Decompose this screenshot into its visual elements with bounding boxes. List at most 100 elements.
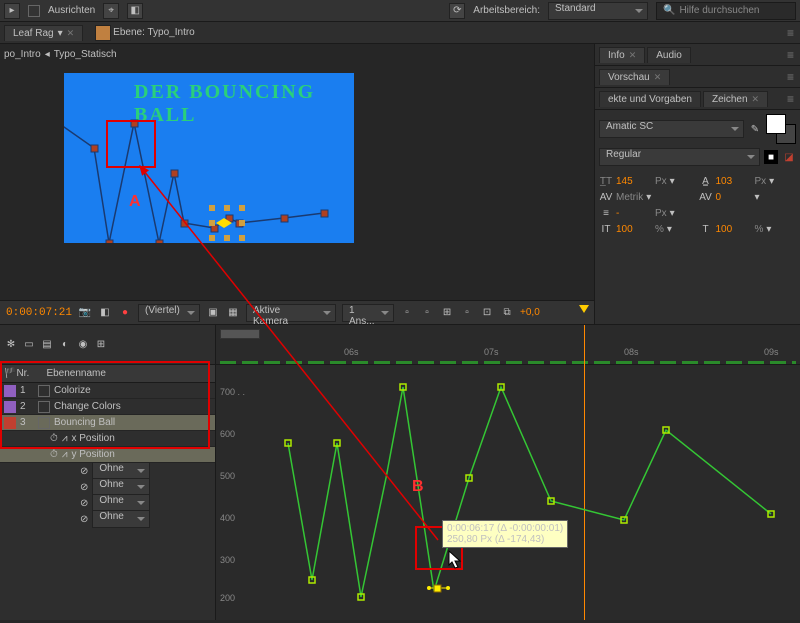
motion-path: [64, 73, 354, 243]
parent-select[interactable]: Ohne: [92, 510, 150, 528]
chevron-down-icon[interactable]: ▾: [670, 176, 675, 187]
close-icon[interactable]: ✕: [752, 94, 760, 105]
link-icon[interactable]: ⊘: [80, 466, 88, 477]
roi-icon[interactable]: ▣: [206, 306, 220, 320]
help-search[interactable]: 🔍 Hilfe durchsuchen: [656, 2, 796, 20]
link-icon[interactable]: ⊘: [80, 514, 88, 525]
font-size-icon: T̲T: [599, 174, 613, 188]
tracking-value[interactable]: 0: [716, 192, 752, 203]
panel-menu-icon[interactable]: ≡: [787, 70, 794, 84]
timeline-icon[interactable]: ⧉: [500, 306, 514, 320]
chevron-down-icon[interactable]: ▾: [667, 224, 672, 235]
chevron-down-icon[interactable]: ▾: [766, 224, 771, 235]
grid-icon[interactable]: ▦: [226, 306, 240, 320]
flowchart-tab[interactable]: Leaf Rag ▾ ✕: [4, 25, 83, 41]
prop-xposition[interactable]: ⏱ ⩘ x Position: [0, 431, 215, 447]
font-family-select[interactable]: Amatic SC: [599, 120, 744, 138]
eyedropper-icon[interactable]: ✎: [748, 122, 762, 136]
stroke-value[interactable]: -: [616, 208, 652, 219]
graph-editor[interactable]: 06s 07s 08s 09s 700 . . 600 500 400 300 …: [216, 325, 800, 620]
tab-character[interactable]: Zeichen ✕: [703, 91, 768, 107]
chevron-down-icon[interactable]: ▾: [670, 208, 675, 219]
leading-value[interactable]: 103: [716, 176, 752, 187]
view-opt1-icon[interactable]: ▫: [400, 306, 414, 320]
preview-tabbar: Vorschau ✕ ≡: [595, 66, 800, 88]
font-style-select[interactable]: Regular: [599, 148, 760, 166]
view-opt3-icon[interactable]: ⊞: [440, 306, 454, 320]
layer-toggle[interactable]: [38, 417, 50, 429]
panel-menu-icon[interactable]: ≡: [787, 48, 794, 62]
view-opt5-icon[interactable]: ⊡: [480, 306, 494, 320]
graph-icon[interactable]: ⊞: [94, 338, 108, 352]
close-icon[interactable]: ✕: [654, 72, 662, 83]
panel-menu-icon[interactable]: ≡: [787, 26, 794, 40]
current-timecode[interactable]: 0:00:07:21: [6, 307, 72, 319]
prop-yposition[interactable]: ⏱ ⩘ y Position: [0, 447, 215, 463]
exposure-value[interactable]: +0,0: [520, 307, 540, 318]
tab-effects[interactable]: ekte und Vorgaben: [599, 91, 701, 107]
side-panels: Info ✕ Audio ≡ Vorschau ✕ ≡ ekte und Vor…: [594, 44, 800, 324]
align-checkbox[interactable]: [28, 5, 40, 17]
link-icon[interactable]: ⊘: [80, 482, 88, 493]
search-placeholder: Hilfe durchsuchen: [679, 5, 759, 16]
motion-blur-icon[interactable]: ◐: [58, 338, 72, 352]
comp-chip-icon[interactable]: [95, 25, 111, 41]
style-row: Regular ■ ◪: [595, 148, 800, 170]
time-ruler[interactable]: 06s 07s 08s 09s: [216, 325, 800, 365]
close-icon[interactable]: ✕: [67, 28, 75, 39]
stopwatch-icon[interactable]: ⏱: [50, 449, 58, 460]
snapshot-icon[interactable]: 📷: [78, 306, 92, 320]
composition-viewer[interactable]: DER BOUNCING BALL: [4, 68, 590, 296]
tab-audio[interactable]: Audio: [647, 47, 691, 63]
font-size-value[interactable]: 145: [616, 176, 652, 187]
value-graph[interactable]: 700 . . 600 500 400 300 200: [216, 383, 800, 620]
layer-toggle[interactable]: [38, 401, 50, 413]
layer-color-chip: [4, 385, 16, 397]
view-opt4-icon[interactable]: ▫: [460, 306, 474, 320]
views-select[interactable]: 1 Ans...: [342, 304, 394, 322]
close-icon[interactable]: ✕: [629, 50, 637, 61]
search-icon: 🔍: [663, 5, 675, 16]
snap-icon[interactable]: ⌖: [103, 3, 119, 19]
leading-icon: A͇: [699, 174, 713, 188]
stopwatch-icon[interactable]: ⏱: [50, 433, 58, 444]
chevron-down-icon[interactable]: ▾: [755, 192, 760, 203]
layer-row[interactable]: 3 Bouncing Ball: [0, 415, 215, 431]
channel-icon[interactable]: ◧: [98, 306, 112, 320]
tab-info[interactable]: Info ✕: [599, 47, 645, 63]
resolution-select[interactable]: (Viertel): [138, 304, 200, 322]
chevron-down-icon: ▾: [58, 28, 63, 39]
mask-icon[interactable]: ●: [118, 306, 132, 320]
color-swatches[interactable]: [766, 114, 796, 144]
layer-toggle[interactable]: [38, 385, 50, 397]
panel-menu-icon[interactable]: ≡: [787, 92, 794, 106]
tool-extra-icon[interactable]: ◧: [127, 3, 143, 19]
frame-blend-icon[interactable]: ▤: [40, 338, 54, 352]
work-area-bar[interactable]: [220, 329, 260, 339]
hscale-value[interactable]: 100: [716, 224, 752, 235]
comp-preview-frame: DER BOUNCING BALL: [64, 73, 354, 243]
shy-icon[interactable]: ✻: [4, 338, 18, 352]
layer-row[interactable]: 1 Colorize: [0, 383, 215, 399]
sync-icon[interactable]: ⟳: [449, 3, 465, 19]
chevron-left-icon[interactable]: ◂: [45, 49, 50, 60]
comp-icon[interactable]: ▭: [22, 338, 36, 352]
switch-row: ⊘Ohne: [0, 463, 215, 479]
link-icon[interactable]: ⊘: [80, 498, 88, 509]
layer-row[interactable]: 2 Change Colors: [0, 399, 215, 415]
chevron-down-icon[interactable]: ▾: [769, 176, 774, 187]
vscale-value[interactable]: 100: [616, 224, 652, 235]
layer-color-chip: [4, 417, 16, 429]
nofill-icon[interactable]: ◪: [782, 150, 796, 164]
flag-icon[interactable]: 🏴: [4, 368, 16, 379]
fill-swatch-icon[interactable]: ■: [764, 150, 778, 164]
view-opt2-icon[interactable]: ▫: [420, 306, 434, 320]
camera-select[interactable]: Aktive Kamera: [246, 304, 336, 322]
tab-preview[interactable]: Vorschau ✕: [599, 69, 670, 85]
tool-selection-icon[interactable]: ▸: [4, 3, 20, 19]
chevron-down-icon[interactable]: ▾: [646, 192, 651, 203]
workspace-select[interactable]: Standard: [548, 2, 648, 20]
brain-icon[interactable]: ◉: [76, 338, 90, 352]
kerning-value[interactable]: Metrik: [616, 192, 643, 203]
annotation-label-a: A: [129, 193, 141, 211]
